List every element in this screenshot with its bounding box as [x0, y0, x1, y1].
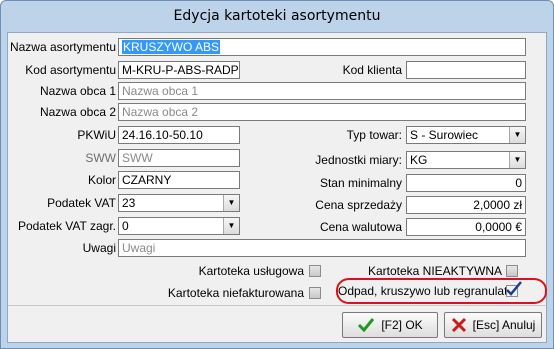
- cena-sprzedazy-field[interactable]: 2,0000 zł: [406, 196, 526, 214]
- ok-button[interactable]: [F2] OK: [342, 312, 438, 338]
- typ-towar-select[interactable]: S - Surowiec ▼: [406, 126, 526, 144]
- kartoteka-nieaktywna-label: Kartoteka NIEAKTYWNA: [367, 264, 502, 278]
- sww-label: SWW: [85, 151, 116, 165]
- typ-towar-label: Typ towar:: [346, 128, 402, 142]
- cancel-button-label: [Esc] Anuluj: [472, 318, 536, 332]
- odpad-highlight-oval: [336, 278, 547, 304]
- chevron-down-icon[interactable]: ▼: [509, 127, 525, 143]
- kartoteka-uslugowa-checkbox[interactable]: [309, 265, 321, 277]
- window-title: Edycja kartoteki asortymentu: [173, 8, 381, 24]
- jednostki-miary-select[interactable]: KG ▼: [406, 151, 526, 169]
- ok-button-label: [F2] OK: [381, 318, 423, 332]
- uwagi-label: Uwagi: [82, 241, 116, 255]
- stan-minimalny-field[interactable]: 0: [406, 174, 526, 192]
- kartoteka-niefakturowana-label: Kartoteka niefakturowana: [167, 286, 304, 300]
- podatek-vat-zagr-value: 0: [122, 219, 129, 233]
- kartoteka-uslugowa-label: Kartoteka usługowa: [198, 264, 304, 278]
- podatek-vat-zagr-label: Podatek VAT zagr.: [17, 219, 116, 233]
- podatek-vat-value: 23: [122, 196, 136, 210]
- close-icon: [451, 317, 466, 333]
- kolor-field[interactable]: CZARNY: [118, 171, 240, 189]
- jednostki-miary-label: Jednostki miary:: [315, 153, 402, 167]
- cena-walutowa-label: Cena walutowa: [319, 220, 402, 234]
- jednostki-miary-value: KG: [410, 153, 428, 167]
- uwagi-field[interactable]: Uwagi: [118, 239, 526, 257]
- dialog-window: Edycja kartoteki asortymentu Nazwa asort…: [0, 0, 554, 349]
- pkwiu-label: PKWiU: [77, 128, 116, 142]
- podatek-vat-select[interactable]: 23 ▼: [118, 194, 240, 212]
- kolor-label: Kolor: [87, 173, 116, 187]
- nazwa-obca-2-field[interactable]: Nazwa obca 2: [118, 103, 526, 121]
- stan-minimalny-label: Stan minimalny: [319, 176, 402, 190]
- pkwiu-field[interactable]: 24.16.10-50.10: [118, 126, 240, 144]
- sww-field[interactable]: SWW: [118, 149, 240, 167]
- checkmark-icon: [358, 318, 375, 333]
- cena-walutowa-field[interactable]: 0,0000 €: [406, 218, 526, 236]
- footer-divider: [8, 305, 546, 306]
- kod-klienta-field[interactable]: [406, 61, 526, 79]
- kod-klienta-label: Kod klienta: [342, 63, 402, 77]
- podatek-vat-zagr-select[interactable]: 0 ▼: [118, 217, 240, 235]
- chevron-down-icon[interactable]: ▼: [509, 152, 525, 168]
- dialog-client-area: Nazwa asortymentu KRUSZYWO ABS Kod asort…: [7, 32, 547, 343]
- cena-sprzedazy-label: Cena sprzedaży: [315, 198, 402, 212]
- nazwa-obca-1-field[interactable]: Nazwa obca 1: [118, 82, 526, 100]
- nazwa-asortymentu-field[interactable]: KRUSZYWO ABS: [118, 38, 526, 56]
- kod-asortymentu-field[interactable]: M-KRU-P-ABS-RADPOL: [118, 61, 240, 79]
- nazwa-obca-2-label: Nazwa obca 2: [39, 105, 116, 119]
- nazwa-asortymentu-label: Nazwa asortymentu: [9, 40, 116, 54]
- cancel-button[interactable]: [Esc] Anuluj: [444, 312, 542, 338]
- chevron-down-icon[interactable]: ▼: [223, 218, 239, 234]
- chevron-down-icon[interactable]: ▼: [223, 195, 239, 211]
- nazwa-obca-1-label: Nazwa obca 1: [39, 84, 116, 98]
- nazwa-asortymentu-value: KRUSZYWO ABS: [122, 40, 221, 54]
- podatek-vat-label: Podatek VAT: [47, 196, 116, 210]
- kartoteka-niefakturowana-checkbox[interactable]: [309, 287, 321, 299]
- kod-asortymentu-label: Kod asortymentu: [25, 63, 116, 77]
- kartoteka-nieaktywna-checkbox[interactable]: [506, 265, 518, 277]
- typ-towar-value: S - Surowiec: [410, 128, 479, 142]
